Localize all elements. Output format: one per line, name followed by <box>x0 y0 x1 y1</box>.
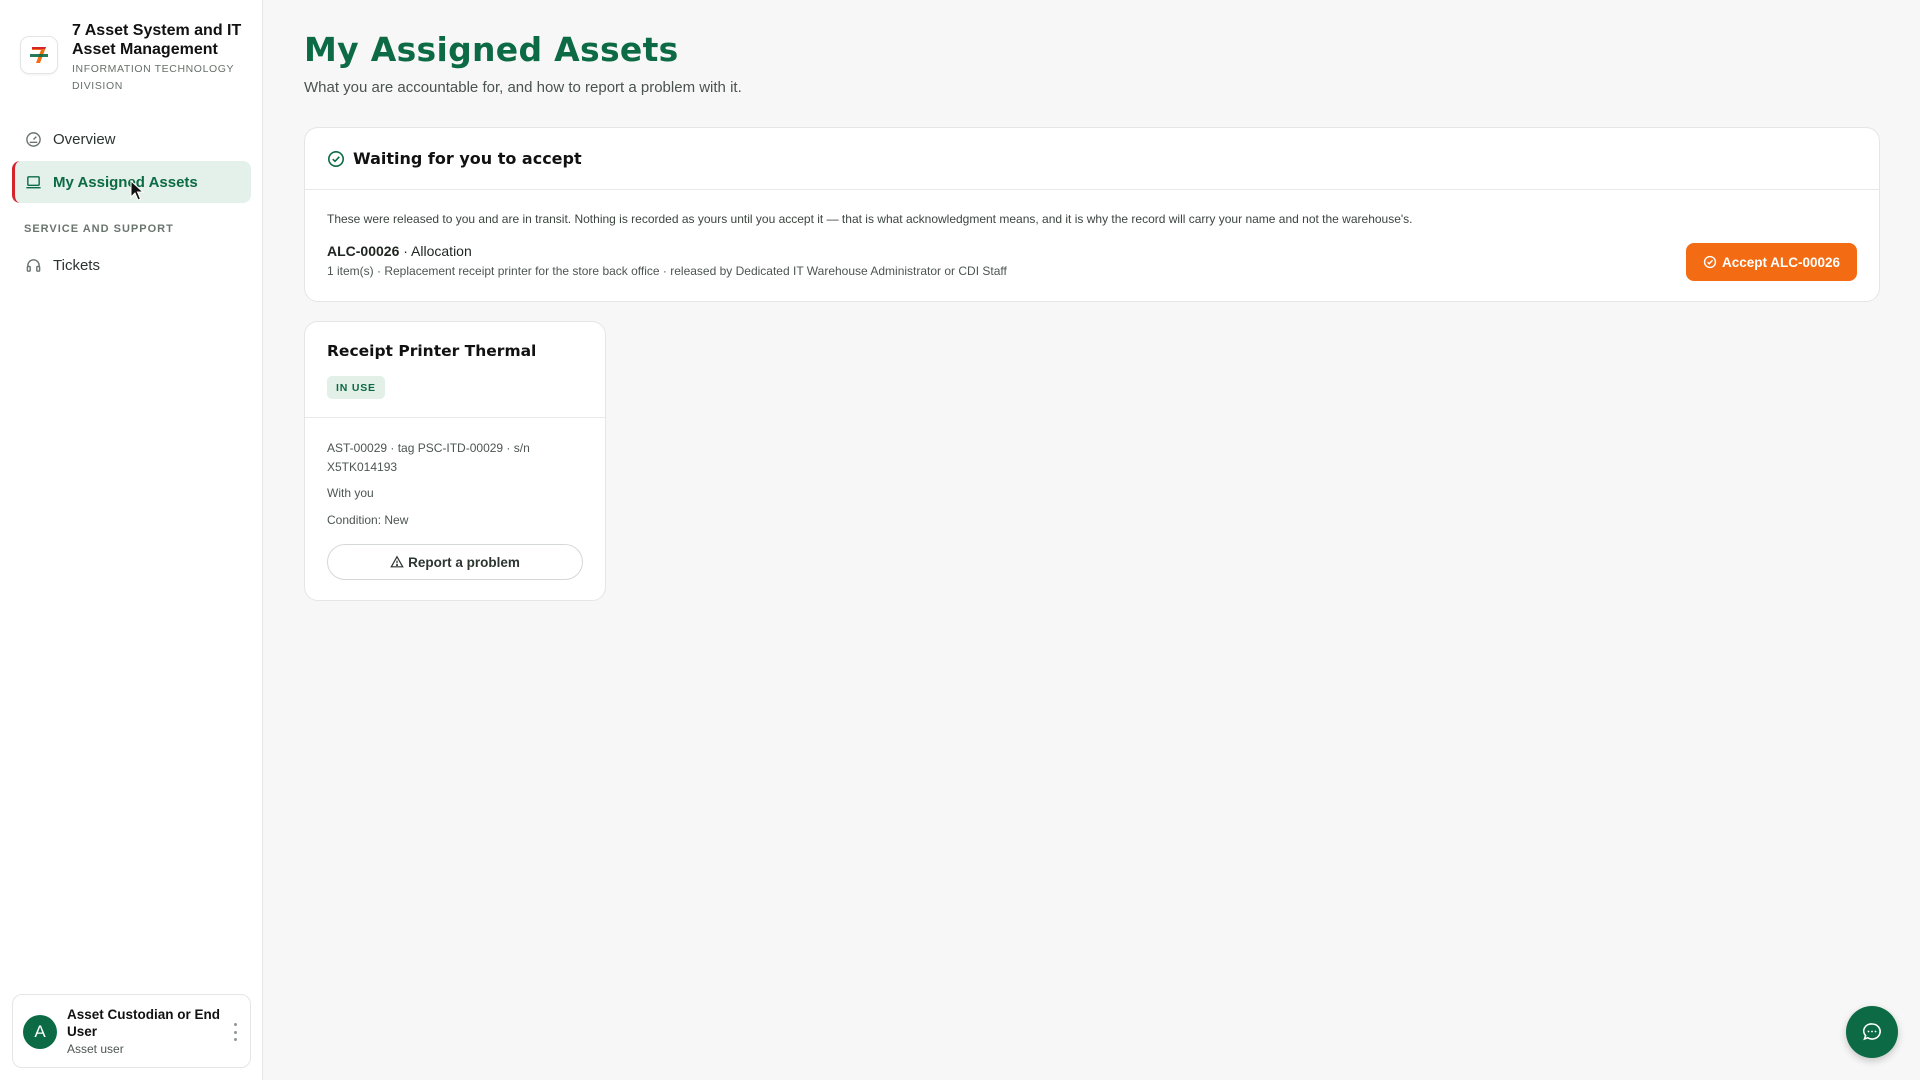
pending-acceptance-panel: Waiting for you to accept These were rel… <box>304 127 1880 302</box>
allocation-line: ALC-00026 · Allocation <box>327 243 472 259</box>
asset-condition: Condition: New <box>327 513 409 527</box>
asset-name: Receipt Printer Thermal <box>327 342 537 360</box>
panel-header: Waiting for you to accept <box>305 128 1879 190</box>
sidebar-item-label: Tickets <box>53 256 100 274</box>
sidebar-section-label: SERVICE AND SUPPORT <box>24 223 174 235</box>
panel-title: Waiting for you to accept <box>353 149 582 168</box>
user-name: Asset Custodian or End User <box>67 1007 221 1039</box>
sidebar-item-label: Overview <box>53 130 116 148</box>
accept-button-label: Accept ALC-00026 <box>1721 254 1841 270</box>
asset-holder: With you <box>327 486 374 500</box>
mouse-cursor-icon <box>130 180 144 201</box>
allocation-description: 1 item(s) · Replacement receipt printer … <box>327 264 1007 278</box>
sidebar-item-label: My Assigned Assets <box>53 173 198 191</box>
status-badge: IN USE <box>327 376 385 399</box>
acceptance-note: These were released to you and are in tr… <box>327 212 1413 226</box>
asset-card-header: Receipt Printer Thermal IN USE <box>305 322 605 418</box>
warning-triangle-icon <box>390 555 404 568</box>
report-button-label: Report a problem <box>408 554 520 570</box>
brand-logo <box>20 36 58 74</box>
sidebar-item-tickets[interactable]: Tickets <box>12 244 251 286</box>
check-circle-icon <box>327 150 345 168</box>
gauge-icon <box>24 130 42 148</box>
sidebar: 7 Asset System and IT Asset Management I… <box>0 0 263 1080</box>
kebab-menu-icon[interactable] <box>232 1023 238 1041</box>
chat-bubble-icon <box>1862 1023 1881 1041</box>
user-role: Asset user <box>67 1042 124 1056</box>
accept-allocation-button[interactable]: Accept ALC-00026 <box>1686 243 1857 281</box>
user-card[interactable]: A Asset Custodian or End User Asset user <box>12 994 251 1068</box>
chat-button[interactable] <box>1846 1006 1898 1058</box>
page-title: My Assigned Assets <box>304 30 679 69</box>
check-circle-icon <box>1703 255 1717 269</box>
allocation-type: · Allocation <box>403 243 472 259</box>
headset-icon <box>24 256 42 274</box>
allocation-id: ALC-00026 <box>327 243 400 259</box>
avatar: A <box>23 1015 57 1049</box>
asset-card: Receipt Printer Thermal IN USE AST-00029… <box>304 321 606 601</box>
laptop-icon <box>24 173 42 191</box>
app-title: 7 Asset System and IT Asset Management <box>72 22 242 58</box>
brand: 7 Asset System and IT Asset Management I… <box>20 20 250 96</box>
report-problem-button[interactable]: Report a problem <box>327 544 583 580</box>
app-division: INFORMATION TECHNOLOGY DIVISION <box>72 63 234 92</box>
page-subtitle: What you are accountable for, and how to… <box>304 79 742 96</box>
asset-identifiers: AST-00029 · tag PSC-ITD-00029 · s/n X5TK… <box>327 441 530 474</box>
sidebar-item-overview[interactable]: Overview <box>12 118 251 160</box>
